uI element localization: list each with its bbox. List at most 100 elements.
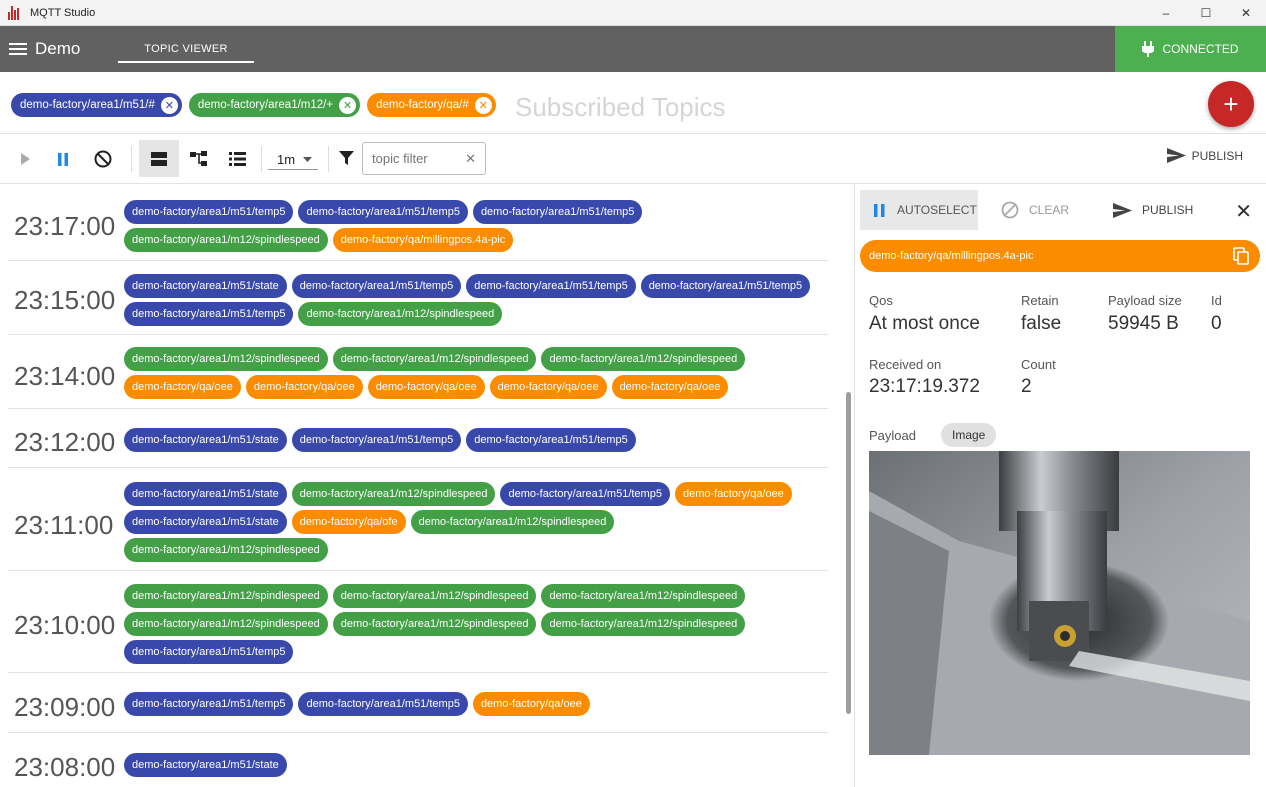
topic-chip[interactable]: demo-factory/area1/m12/spindlespeed [332, 347, 537, 371]
remove-subscription-icon[interactable]: ✕ [339, 96, 357, 114]
topic-filter-field[interactable]: ✕ [362, 142, 486, 175]
topic-timeline[interactable]: 23:17:00 demo-factory/area1/m51/temp5 demo… [0, 184, 840, 787]
timeline-row: 23:08:00 demo-factory/area1/m51/state [8, 733, 828, 787]
send-icon [1113, 202, 1132, 218]
copy-icon[interactable] [1233, 247, 1250, 266]
timeline-row: 23:10:00 demo-factory/area1/m12/spindlesp… [8, 571, 828, 673]
topic-chip[interactable]: demo-factory/area1/m12/spindlespeed [332, 612, 537, 636]
filter-icon [339, 151, 354, 165]
topic-chip[interactable]: demo-factory/area1/m51/temp5 [466, 428, 636, 452]
topic-chip[interactable]: demo-factory/area1/m12/spindlespeed [124, 347, 328, 371]
add-subscription-button[interactable]: + [1208, 81, 1254, 127]
topic-chip[interactable]: demo-factory/area1/m12/spindlespeed [541, 612, 746, 636]
list-view-button[interactable] [219, 141, 255, 177]
topic-chip[interactable]: demo-factory/area1/m51/temp5 [291, 428, 462, 452]
subscription-label: demo-factory/qa/# [376, 99, 469, 111]
clear-timeline-button[interactable] [85, 141, 121, 177]
topic-chip[interactable]: demo-factory/area1/m51/temp5 [640, 274, 811, 298]
timeline-row: 23:14:00 demo-factory/area1/m12/spindlesp… [8, 335, 828, 409]
timeline-time: 23:10:00 [14, 610, 116, 640]
autoselect-toggle[interactable]: AUTOSELECT [860, 190, 978, 230]
close-detail-icon[interactable]: ✕ [1235, 199, 1252, 224]
qos-value: At most once [869, 313, 980, 334]
detail-publish-button[interactable]: PUBLISH [1113, 190, 1193, 230]
topic-chip[interactable]: demo-factory/area1/m51/temp5 [466, 274, 636, 298]
topic-chip[interactable]: demo-factory/area1/m12/spindlespeed [298, 302, 503, 326]
menu-icon[interactable] [9, 43, 27, 55]
topic-chip[interactable]: demo-factory/area1/m12/spindlespeed [124, 584, 328, 608]
topic-chip[interactable]: demo-factory/qa/oee [611, 375, 729, 399]
selected-topic-chip: demo-factory/qa/millingpos.4a-pic [860, 240, 1260, 272]
remove-subscription-icon[interactable]: ✕ [474, 96, 492, 114]
topic-chip[interactable]: demo-factory/qa/oee [124, 375, 241, 399]
topic-chip[interactable]: demo-factory/area1/m51/temp5 [298, 200, 468, 224]
topic-chip[interactable]: demo-factory/area1/m51/state [124, 428, 287, 452]
maximize-button[interactable]: ☐ [1186, 0, 1226, 26]
subscription-chip[interactable]: demo-factory/qa/# ✕ [367, 93, 496, 117]
subscription-label: demo-factory/area1/m12/+ [197, 99, 334, 111]
topic-chip[interactable]: demo-factory/area1/m51/temp5 [124, 692, 294, 716]
clear-retained-icon [1001, 201, 1019, 219]
play-button[interactable] [7, 141, 43, 177]
timeline-row: 23:15:00 demo-factory/area1/m51/state demo… [8, 261, 828, 335]
timeline-view-button[interactable] [139, 140, 179, 177]
subscription-chip[interactable]: demo-factory/area1/m51/# ✕ [11, 93, 182, 117]
topic-chip[interactable]: demo-factory/qa/millingpos.4a-pic [332, 228, 514, 252]
topic-chip[interactable]: demo-factory/area1/m51/state [124, 274, 287, 298]
topic-chip[interactable]: demo-factory/area1/m12/spindlespeed [410, 510, 615, 534]
retain-value: false [1021, 313, 1062, 334]
remove-subscription-icon[interactable]: ✕ [160, 96, 178, 114]
topic-chip[interactable]: demo-factory/area1/m12/spindlespeed [541, 584, 746, 608]
subscription-chips: demo-factory/area1/m51/# ✕ demo-factory/ar… [11, 93, 496, 117]
topic-chip[interactable]: demo-factory/area1/m51/state [124, 510, 287, 534]
payload-image [869, 451, 1250, 755]
block-icon [94, 150, 112, 168]
window-titlebar: MQTT Studio – ☐ ✕ [0, 0, 1266, 26]
topic-chip[interactable]: demo-factory/area1/m51/temp5 [291, 274, 462, 298]
close-window-button[interactable]: ✕ [1226, 0, 1266, 26]
topic-chip[interactable]: demo-factory/area1/m51/temp5 [472, 200, 643, 224]
count-label: Count [1021, 357, 1056, 372]
topic-chip[interactable]: demo-factory/area1/m51/temp5 [500, 482, 670, 506]
topic-chip[interactable]: demo-factory/area1/m12/spindlespeed [541, 347, 746, 371]
topic-chip[interactable]: demo-factory/area1/m12/spindlespeed [124, 538, 328, 562]
connection-name: Demo [35, 39, 81, 58]
subscription-chip[interactable]: demo-factory/area1/m12/+ ✕ [188, 93, 361, 117]
topic-chip[interactable]: demo-factory/area1/m12/spindlespeed [332, 584, 537, 608]
timeline-scrollbar[interactable] [846, 392, 851, 714]
topic-chip[interactable]: demo-factory/area1/m51/temp5 [124, 302, 294, 326]
topic-chip[interactable]: demo-factory/area1/m51/temp5 [298, 692, 468, 716]
pause-button[interactable] [45, 141, 81, 177]
topic-chip[interactable]: demo-factory/qa/oee [245, 375, 363, 399]
topic-chip[interactable]: demo-factory/qa/oee [367, 375, 485, 399]
topic-chip[interactable]: demo-factory/area1/m12/spindlespeed [291, 482, 496, 506]
timeline-row: 23:11:00 demo-factory/area1/m51/state demo… [8, 468, 828, 571]
topic-chip[interactable]: demo-factory/area1/m51/state [124, 753, 287, 777]
tab-topic-viewer[interactable]: TOPIC VIEWER [118, 26, 254, 72]
topic-chip[interactable]: demo-factory/area1/m51/temp5 [124, 640, 294, 664]
time-range-select[interactable]: 1m [268, 149, 318, 170]
topic-chip[interactable]: demo-factory/qa/oee [472, 692, 590, 716]
topic-chip[interactable]: demo-factory/area1/m51/temp5 [124, 200, 294, 224]
time-range-value: 1m [277, 151, 296, 167]
message-detail-panel: AUTOSELECT CLEAR PUBLISH ✕ demo-factory/… [855, 184, 1266, 787]
topic-chip[interactable]: demo-factory/qa/oee [674, 482, 792, 506]
send-icon [1166, 148, 1186, 163]
topic-chip[interactable]: demo-factory/qa/ofe [291, 510, 406, 534]
tree-view-button[interactable] [181, 141, 217, 177]
publish-button[interactable]: PUBLISH [1166, 148, 1243, 163]
topic-chip[interactable]: demo-factory/area1/m51/state [124, 482, 287, 506]
topic-chip[interactable]: demo-factory/area1/m12/spindlespeed [124, 228, 328, 252]
detail-publish-label: PUBLISH [1142, 203, 1194, 217]
clear-filter-icon[interactable]: ✕ [465, 151, 476, 167]
topic-filter-input[interactable] [372, 151, 462, 166]
clear-button[interactable]: CLEAR [1001, 190, 1069, 230]
received-value: 23:17:19.372 [869, 376, 980, 397]
topic-chip[interactable]: demo-factory/area1/m12/spindlespeed [124, 612, 328, 636]
payload-label: Payload [869, 428, 916, 443]
connection-status-button[interactable]: CONNECTED [1115, 26, 1266, 72]
minimize-button[interactable]: – [1146, 0, 1186, 26]
timeline-time: 23:17:00 [14, 211, 116, 241]
topic-chip[interactable]: demo-factory/qa/oee [489, 375, 607, 399]
payload-size-label: Payload size [1108, 293, 1182, 308]
